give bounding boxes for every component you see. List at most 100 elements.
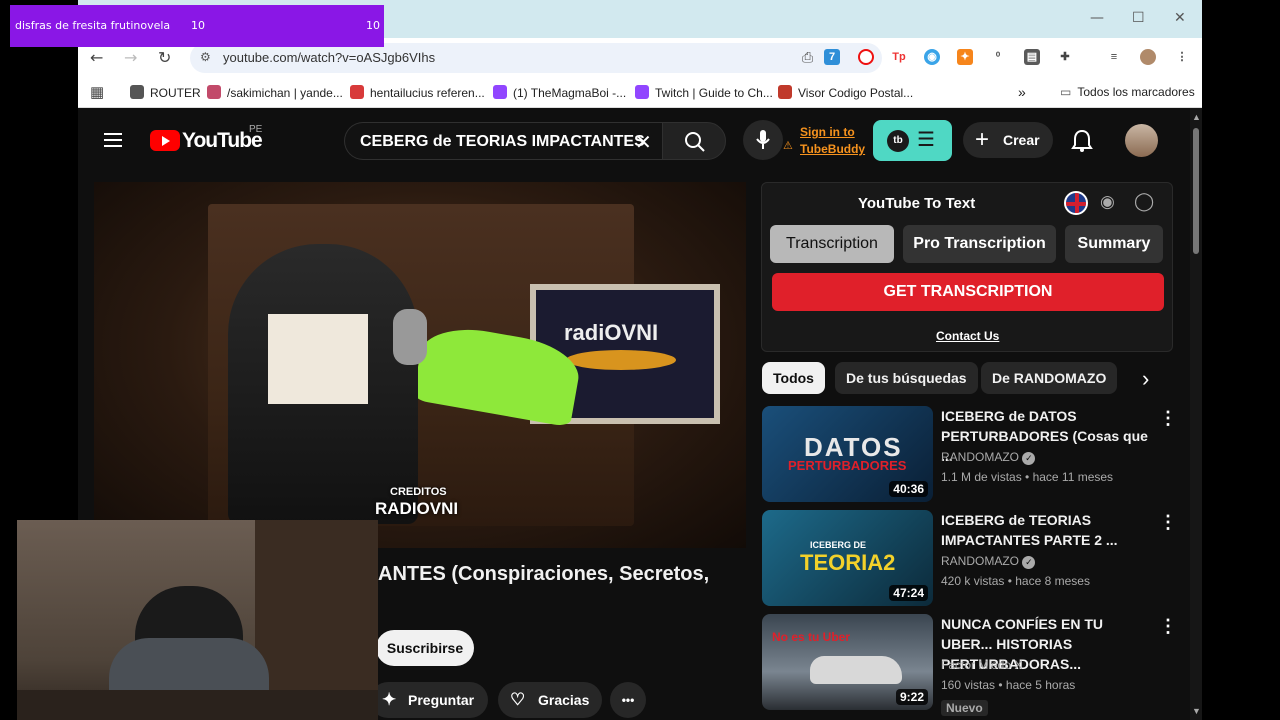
site-info-icon[interactable]: ⚙ xyxy=(200,50,211,64)
extension-icon-tp[interactable]: Tp xyxy=(891,49,907,65)
thanks-button[interactable]: ♡ Gracias xyxy=(498,682,602,718)
bookmark-router[interactable]: ROUTER xyxy=(130,85,201,100)
chips-next-icon[interactable]: › xyxy=(1142,366,1149,392)
extension-icon-opera[interactable] xyxy=(858,49,874,65)
region-code: PE xyxy=(249,124,263,135)
thanks-label: Gracias xyxy=(538,692,590,708)
youtube-logo-icon[interactable] xyxy=(150,130,180,151)
notifications-bell-icon[interactable] xyxy=(1071,129,1093,153)
scroll-up-icon[interactable]: ▲ xyxy=(1192,112,1201,122)
bookmark-sakimichan[interactable]: /sakimichan | yande... xyxy=(207,85,343,100)
chip-all[interactable]: Todos xyxy=(762,362,825,394)
search-button[interactable] xyxy=(662,122,726,160)
back-icon[interactable]: ← xyxy=(90,48,103,67)
bookmark-twitch-guide[interactable]: Twitch | Guide to Ch... xyxy=(635,85,773,100)
video-meta: 420 k vistas • hace 8 meses xyxy=(941,574,1090,588)
video-thumbnail[interactable]: DATOS PERTURBADORES 40:36 xyxy=(762,406,933,502)
more-options-icon[interactable]: ⋮ xyxy=(1159,512,1177,533)
close-window-icon[interactable]: ✕ xyxy=(1174,10,1186,26)
user-avatar[interactable] xyxy=(1125,124,1158,157)
clear-search-icon[interactable]: ✕ xyxy=(635,130,652,155)
address-bar[interactable]: ⚙ youtube.com/watch?v=oASJgb6VIhs ⎙ ⌕ ☆ xyxy=(190,43,882,73)
menu-icon[interactable] xyxy=(104,129,122,151)
ask-button[interactable]: ✦ Preguntar xyxy=(370,682,488,718)
url-text: youtube.com/watch?v=oASJgb6VIhs xyxy=(223,50,436,65)
list-item[interactable]: ICEBERG DE TEORIA2 47:24 ICEBERG de TEOR… xyxy=(762,510,1177,610)
subscribe-button[interactable]: Suscribirse xyxy=(376,630,474,666)
uk-flag-icon[interactable] xyxy=(1064,191,1088,215)
account-icon[interactable]: ◯ xyxy=(1134,191,1154,212)
duration-badge: 47:24 xyxy=(889,585,928,601)
tubebuddy-button[interactable]: tb ☰ xyxy=(873,120,952,161)
bookmark-themagmaboi[interactable]: (1) TheMagmaBoi -... xyxy=(493,85,626,100)
extension-title: YouTube To Text xyxy=(858,195,976,212)
tab-pro-transcription[interactable]: Pro Transcription xyxy=(903,225,1056,263)
list-item[interactable]: DATOS PERTURBADORES 40:36 ICEBERG de DAT… xyxy=(762,406,1177,506)
video-inner-frame: radiOVNI CREDITOS RADIOVNI xyxy=(208,204,720,526)
more-options-icon[interactable]: ⋮ xyxy=(1159,408,1177,429)
tools-icon xyxy=(130,85,144,99)
site-favicon xyxy=(350,85,364,99)
extension-icon-misc[interactable]: ⁰ xyxy=(990,49,1006,65)
video-title: ANTES (Conspiraciones, Secretos, xyxy=(378,563,710,585)
get-transcription-button[interactable]: GET TRANSCRIPTION xyxy=(772,273,1164,311)
reload-icon[interactable]: ↻ xyxy=(158,48,171,67)
bookmark-hentailucius[interactable]: hentailucius referen... xyxy=(350,85,485,100)
video-title[interactable]: ICEBERG de TEORIAS IMPACTANTES PARTE 2 .… xyxy=(941,510,1151,550)
more-bookmarks-icon[interactable]: » xyxy=(1018,84,1026,100)
extension-icon-7tv[interactable]: 7 xyxy=(824,49,840,65)
tab-summary[interactable]: Summary xyxy=(1065,225,1163,263)
search-query-text: CEBERG de TEORIAS IMPACTANTES xyxy=(360,133,645,150)
chip-from-channel[interactable]: De RANDOMAZO xyxy=(981,362,1118,394)
tab-transcription[interactable]: Transcription xyxy=(770,225,894,263)
scrollbar-thumb[interactable] xyxy=(1193,128,1199,254)
video-thumbnail[interactable]: ICEBERG DE TEORIA2 47:24 xyxy=(762,510,933,606)
video-meta: 1.1 M de vistas • hace 11 meses xyxy=(941,470,1114,484)
extension-icon-metamask[interactable]: ✦ xyxy=(957,49,973,65)
video-player[interactable]: radiOVNI CREDITOS RADIOVNI xyxy=(94,182,746,548)
ask-label: Preguntar xyxy=(408,692,475,708)
more-actions-button[interactable]: ••• xyxy=(610,682,646,718)
extension-icon-screen[interactable]: ▤ xyxy=(1024,49,1040,65)
voice-search-button[interactable] xyxy=(743,120,783,160)
channel-name[interactable]: RANDOMAZO ✓ xyxy=(941,554,1036,569)
verified-icon: ✓ xyxy=(1022,556,1036,569)
extensions-puzzle-icon[interactable]: ✚ xyxy=(1057,49,1073,65)
search-icon xyxy=(685,132,705,152)
scrollbar[interactable]: ▲ ▼ xyxy=(1190,108,1202,720)
list-item[interactable]: No es tu Uber 9:22 NUNCA CONFÍES EN TU U… xyxy=(762,614,1177,718)
channel-name[interactable]: Factor Miedo X xyxy=(941,658,1022,672)
thumbnail-subtext: ICEBERG DE xyxy=(810,540,867,550)
maximize-icon[interactable]: ☐ xyxy=(1132,10,1145,26)
create-button[interactable]: + Crear xyxy=(963,122,1053,158)
sparkle-icon: ✦ xyxy=(382,690,397,709)
tubebuddy-signin-link-line2[interactable]: TubeBuddy xyxy=(800,142,865,156)
folder-icon: ▭ xyxy=(1060,85,1072,99)
tubebuddy-signin-link-line1[interactable]: Sign in to xyxy=(800,125,855,139)
stream-overlay-bar: disfras de fresita frutinovela 10 10 xyxy=(10,5,384,47)
scroll-down-icon[interactable]: ▼ xyxy=(1192,706,1201,716)
desk-edge xyxy=(17,690,378,720)
chip-from-searches[interactable]: De tus búsquedas xyxy=(835,362,978,394)
site-favicon xyxy=(207,85,221,99)
browser-menu-icon[interactable]: ⋮ xyxy=(1174,49,1190,65)
extension-icon-blue[interactable]: ◉ xyxy=(924,49,940,65)
minimize-icon[interactable]: — xyxy=(1090,10,1104,26)
video-thumbnail[interactable]: No es tu Uber 9:22 xyxy=(762,614,933,710)
forward-icon[interactable]: → xyxy=(124,48,137,67)
all-bookmarks-folder[interactable]: ▭ Todos los marcadores xyxy=(1060,85,1195,99)
search-input[interactable]: CEBERG de TEORIAS IMPACTANTES ✕ xyxy=(344,122,662,160)
bookmark-visor-codigo[interactable]: Visor Codigo Postal... xyxy=(778,85,913,100)
media-control-icon[interactable]: ≡ xyxy=(1106,49,1122,65)
video-overlay-radiovni: RADIOVNI xyxy=(375,499,459,518)
contact-us-link[interactable]: Contact Us xyxy=(936,329,999,343)
install-app-icon[interactable]: ⎙ xyxy=(802,49,813,66)
eye-icon[interactable]: ◉ xyxy=(1100,192,1115,212)
wardrobe-door xyxy=(255,520,378,690)
channel-name[interactable]: RANDOMAZO ✓ xyxy=(941,450,1036,465)
thumbnail-text: TEORIA2 xyxy=(800,550,896,575)
apps-grid-icon[interactable]: ▦ xyxy=(90,83,104,101)
profile-avatar[interactable] xyxy=(1140,49,1156,65)
overlay-count-a: 10 xyxy=(191,19,205,32)
more-options-icon[interactable]: ⋮ xyxy=(1159,616,1177,637)
